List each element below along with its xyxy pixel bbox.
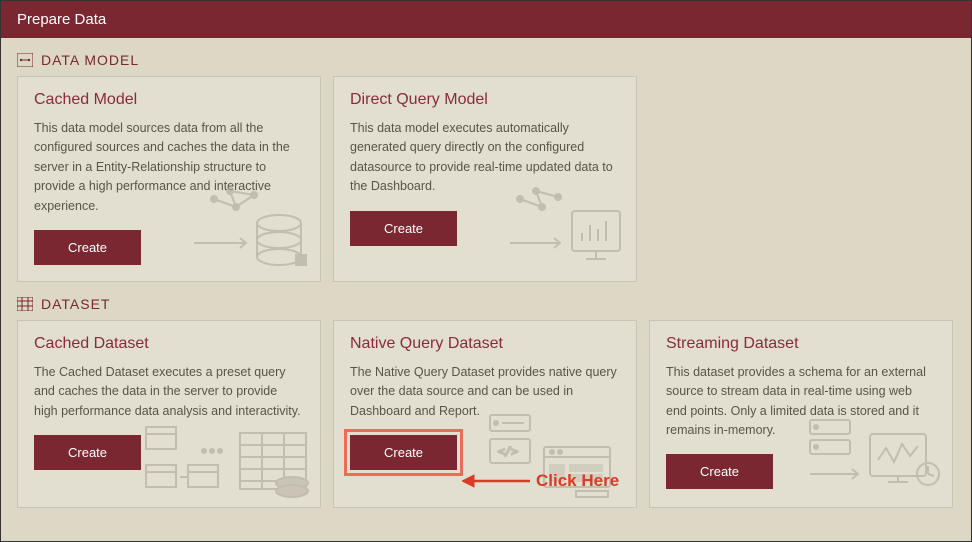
click-here-annotation: Click Here [462, 471, 619, 491]
card-desc: The Cached Dataset executes a preset que… [34, 363, 304, 421]
section-label: DATA MODEL [41, 52, 139, 68]
create-button-cached-dataset[interactable]: Create [34, 435, 141, 470]
card-cached-model: Cached Model This data model sources dat… [17, 76, 321, 282]
card-desc: This data model executes automatically g… [350, 119, 620, 197]
card-desc: This data model sources data from all th… [34, 119, 304, 216]
arrow-left-icon [462, 474, 530, 488]
card-cached-dataset: Cached Dataset The Cached Dataset execut… [17, 320, 321, 508]
card-direct-query-model: Direct Query Model This data model execu… [333, 76, 637, 282]
card-title: Cached Model [34, 91, 304, 109]
create-button-cached-model[interactable]: Create [34, 230, 141, 265]
page-header: Prepare Data [1, 1, 971, 38]
tables-icon [144, 421, 314, 501]
dataset-icon [17, 297, 33, 311]
section-header-dataset: DATASET [1, 282, 971, 320]
section-label: DATASET [41, 296, 111, 312]
card-streaming-dataset: Streaming Dataset This dataset provides … [649, 320, 953, 508]
card-desc: The Native Query Dataset provides native… [350, 363, 620, 421]
create-button-streaming-dataset[interactable]: Create [666, 454, 773, 489]
card-title: Direct Query Model [350, 91, 620, 109]
card-title: Streaming Dataset [666, 335, 936, 353]
data-model-icon [17, 53, 33, 67]
card-native-query-dataset: Native Query Dataset The Native Query Da… [333, 320, 637, 508]
dashboard-icon [500, 185, 630, 275]
create-button-direct-query-model[interactable]: Create [350, 211, 457, 246]
card-desc: This dataset provides a schema for an ex… [666, 363, 936, 441]
card-title: Native Query Dataset [350, 335, 620, 353]
svg-text:</>: </> [498, 445, 518, 458]
card-title: Cached Dataset [34, 335, 304, 353]
section-header-data-model: DATA MODEL [1, 38, 971, 76]
dataset-cards: Cached Dataset The Cached Dataset execut… [1, 320, 971, 508]
data-model-cards: Cached Model This data model sources dat… [1, 76, 971, 282]
create-button-native-query-dataset[interactable]: Create [350, 435, 457, 470]
page-title: Prepare Data [17, 11, 106, 28]
annotation-text: Click Here [536, 471, 619, 491]
